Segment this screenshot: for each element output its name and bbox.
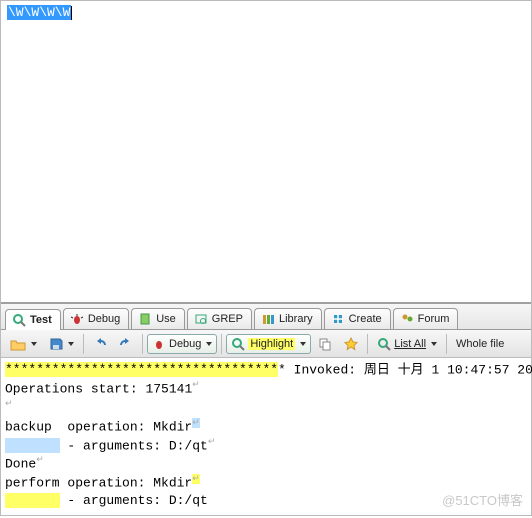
star-icon: [344, 337, 358, 351]
output-args-value-1: D:/qt: [169, 438, 208, 453]
magnifier-icon: [231, 337, 245, 351]
open-button[interactable]: [5, 334, 42, 354]
dropdown-arrow-icon: [431, 342, 437, 346]
copy-button[interactable]: [313, 334, 337, 354]
dropdown-arrow-icon: [31, 342, 37, 346]
output-ops-start-label: Operations start:: [5, 381, 145, 396]
debug-button[interactable]: Debug: [147, 334, 217, 354]
grep-icon: [194, 312, 208, 326]
copy-icon: [318, 337, 332, 351]
scope-selector-label: Whole file: [456, 338, 504, 350]
library-icon: [261, 312, 275, 326]
output-done-label: Done: [5, 457, 36, 472]
output-invoked-value: 周日 十月 1 10:47:57 2017: [364, 362, 532, 377]
output-args-value-2: D:/qt: [169, 493, 208, 508]
forum-icon: [400, 312, 414, 326]
output-args-label-2: - arguments:: [60, 493, 169, 508]
output-backup-label: backup: [5, 419, 60, 434]
dropdown-arrow-icon: [68, 342, 74, 346]
highlight-button-label: Highlight: [248, 338, 295, 350]
tab-label: Forum: [418, 313, 450, 325]
tab-label: GREP: [212, 313, 243, 325]
redo-button[interactable]: [114, 334, 138, 354]
text-caret: [71, 6, 72, 20]
output-invoked-prefix: * Invoked:: [278, 362, 364, 377]
tab-forum[interactable]: Forum: [393, 308, 459, 329]
tab-library[interactable]: Library: [254, 308, 322, 329]
tab-label: Library: [279, 313, 313, 325]
folder-open-icon: [10, 337, 26, 351]
tab-strip: Test Debug Use GREP Library Create Forum: [1, 304, 531, 330]
toolbar-separator: [446, 334, 447, 354]
use-icon: [138, 312, 152, 326]
scope-selector[interactable]: Whole file: [451, 335, 509, 353]
output-ops-start-value: 175141: [145, 381, 192, 396]
undo-button[interactable]: [88, 334, 112, 354]
output-op-label-2: operation: Mkdir: [60, 476, 193, 491]
tab-label: Test: [30, 314, 52, 326]
highlight-button[interactable]: Highlight: [226, 334, 311, 354]
output-stars: ***********************************: [5, 362, 278, 377]
tab-label: Debug: [88, 313, 120, 325]
toolbar: Debug Highlight List All Whole file: [1, 330, 531, 358]
list-all-button-label: List All: [394, 338, 426, 350]
toolbar-separator: [83, 334, 84, 354]
save-button[interactable]: [44, 334, 79, 354]
results-output-pane[interactable]: ************************************ Inv…: [1, 358, 531, 518]
toolbar-separator: [221, 334, 222, 354]
undo-icon: [93, 337, 107, 351]
save-icon: [49, 337, 63, 351]
output-args-label-1: - arguments:: [60, 438, 169, 453]
debug-button-label: Debug: [169, 338, 201, 350]
tab-debug[interactable]: Debug: [63, 308, 129, 329]
tab-test[interactable]: Test: [5, 309, 61, 330]
output-op-label-1: operation: Mkdir: [60, 419, 193, 434]
toolbar-separator: [142, 334, 143, 354]
dropdown-arrow-icon: [206, 342, 212, 346]
tab-grep[interactable]: GREP: [187, 308, 252, 329]
list-all-button[interactable]: List All: [372, 334, 442, 354]
tab-use[interactable]: Use: [131, 308, 185, 329]
dropdown-arrow-icon: [300, 342, 306, 346]
create-icon: [331, 312, 345, 326]
magnifier-icon: [12, 313, 26, 327]
output-perform-label: perform: [5, 476, 60, 491]
tab-label: Use: [156, 313, 176, 325]
regex-editor-pane[interactable]: \W\W\W\W: [1, 1, 531, 304]
tab-label: Create: [349, 313, 382, 325]
bug-icon: [70, 312, 84, 326]
redo-icon: [119, 337, 133, 351]
tab-create[interactable]: Create: [324, 308, 391, 329]
bug-icon: [152, 337, 166, 351]
toolbar-separator: [367, 334, 368, 354]
editor-selected-text[interactable]: \W\W\W\W: [7, 5, 71, 20]
favorite-button[interactable]: [339, 334, 363, 354]
magnifier-icon: [377, 337, 391, 351]
